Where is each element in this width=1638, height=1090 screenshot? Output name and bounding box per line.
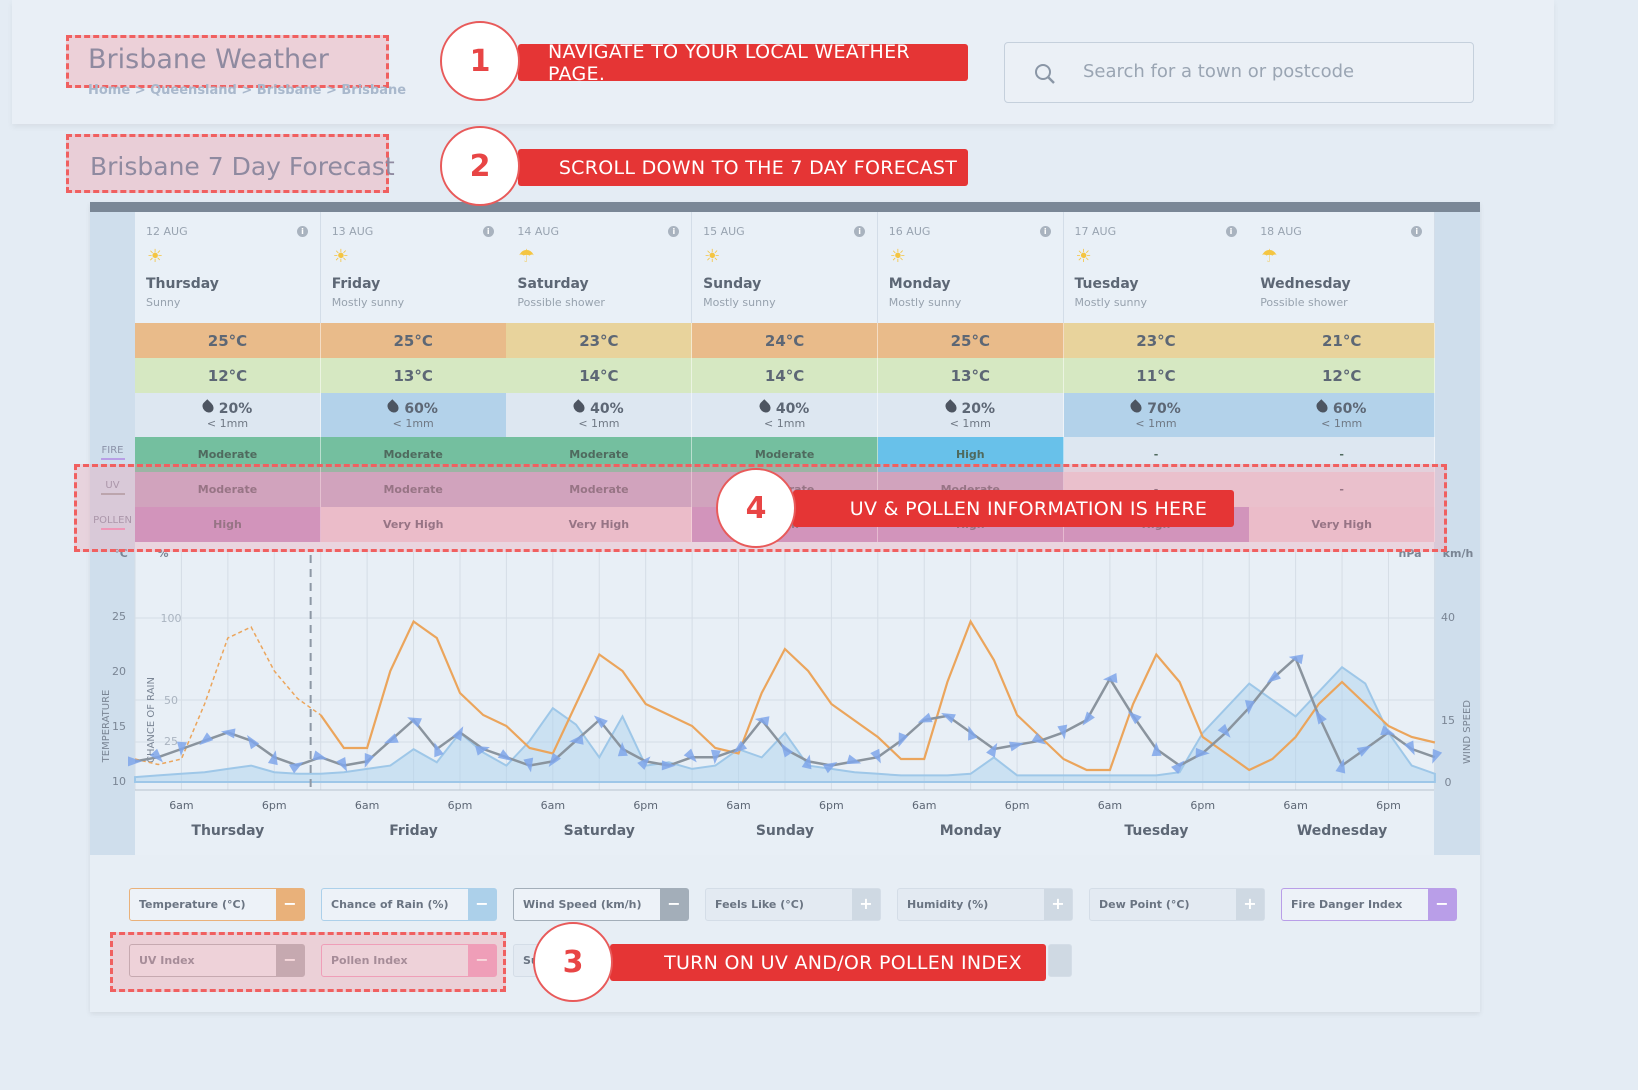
- legend-toggle-dew-point-c[interactable]: Dew Point (°C) +: [1089, 888, 1265, 921]
- callout-number-1: 1: [440, 21, 520, 101]
- rain-axis-label: CHANCE OF RAIN: [146, 677, 157, 763]
- wind-tick-label: 40: [1441, 611, 1455, 624]
- x-tick-label: 6am: [1098, 799, 1122, 812]
- day-label: Monday: [940, 823, 1002, 839]
- legend-extra-toggle[interactable]: [1048, 944, 1072, 977]
- day-label: Saturday: [564, 823, 635, 839]
- legend-toggle-temperature-c[interactable]: Temperature (°C) −: [129, 888, 305, 921]
- temp-tick-label: 15: [112, 720, 126, 733]
- chart-right-axis-bg: [1434, 542, 1480, 855]
- temp-axis-label: TEMPERATURE: [101, 690, 112, 764]
- legend-label: Temperature (°C): [139, 898, 246, 911]
- callout-banner-1: NAVIGATE TO YOUR LOCAL WEATHER PAGE.: [518, 41, 968, 85]
- x-tick-label: 6am: [912, 799, 936, 812]
- legend-label: Fire Danger Index: [1291, 898, 1403, 911]
- wind-tick-label: 15: [1441, 714, 1455, 727]
- wind-tick-label: 0: [1445, 776, 1452, 789]
- callout-number-4: 4: [716, 468, 796, 548]
- callout-banner-3: TURN ON UV AND/OR POLLEN INDEX: [610, 944, 1046, 981]
- legend-label: Feels Like (°C): [715, 898, 804, 911]
- legend-label: Wind Speed (km/h): [523, 898, 642, 911]
- day-label: Wednesday: [1297, 823, 1387, 839]
- x-tick-label: 6pm: [262, 799, 287, 812]
- legend-toggle-humidity[interactable]: Humidity (%) +: [897, 888, 1073, 921]
- callout-banner-4: UV & POLLEN INFORMATION IS HERE: [793, 490, 1234, 527]
- plus-icon[interactable]: +: [1044, 889, 1072, 920]
- minus-icon[interactable]: −: [468, 889, 496, 920]
- x-tick-label: 6am: [726, 799, 750, 812]
- legend-toggle-fire-danger-index[interactable]: Fire Danger Index −: [1281, 888, 1457, 921]
- day-label: Thursday: [191, 823, 264, 839]
- x-tick-label: 6pm: [1005, 799, 1030, 812]
- rain-tick-label: 50: [164, 694, 178, 707]
- wind-axis-label: WIND SPEED: [1462, 700, 1473, 764]
- legend-label: Dew Point (°C): [1099, 898, 1190, 911]
- rain-tick-label: 100: [161, 612, 182, 625]
- plus-icon[interactable]: +: [852, 889, 880, 920]
- x-tick-label: 6pm: [1376, 799, 1401, 812]
- highlight-uv-pollen-toggles: [110, 932, 506, 992]
- x-tick-label: 6am: [1283, 799, 1307, 812]
- chart-left-axis-bg: [90, 542, 135, 855]
- legend-toggle-wind-speed-km-h[interactable]: Wind Speed (km/h) −: [513, 888, 689, 921]
- x-tick-label: 6am: [169, 799, 193, 812]
- x-tick-label: 6pm: [819, 799, 844, 812]
- temp-tick-label: 20: [112, 665, 126, 678]
- wind-unit: km/h: [1443, 547, 1474, 560]
- rain-tick-label: 25: [164, 735, 178, 748]
- callout-banner-2: SCROLL DOWN TO THE 7 DAY FORECAST: [518, 149, 968, 186]
- day-label: Sunday: [756, 823, 814, 839]
- callout-number-2: 2: [440, 126, 520, 206]
- legend-toggle-feels-like-c[interactable]: Feels Like (°C) +: [705, 888, 881, 921]
- day-label: Friday: [389, 823, 438, 839]
- temp-tick-label: 25: [112, 610, 126, 623]
- x-tick-label: 6am: [541, 799, 565, 812]
- x-tick-label: 6am: [355, 799, 379, 812]
- minus-icon[interactable]: −: [1428, 889, 1456, 920]
- legend-label: Humidity (%): [907, 898, 989, 911]
- day-label: Tuesday: [1124, 823, 1188, 839]
- minus-icon[interactable]: −: [276, 889, 304, 920]
- forecast-chart: 10152025255010001540°C% hPa km/hTEMPERATUR…: [90, 542, 1480, 855]
- minus-icon[interactable]: −: [660, 889, 688, 920]
- x-tick-label: 6pm: [633, 799, 658, 812]
- x-tick-label: 6pm: [1190, 799, 1215, 812]
- plus-icon[interactable]: +: [1236, 889, 1264, 920]
- temp-tick-label: 10: [112, 775, 126, 788]
- legend-toggle-chance-of-rain[interactable]: Chance of Rain (%) −: [321, 888, 497, 921]
- x-tick-label: 6pm: [448, 799, 473, 812]
- callout-number-3: 3: [533, 922, 613, 1002]
- legend-label: Chance of Rain (%): [331, 898, 449, 911]
